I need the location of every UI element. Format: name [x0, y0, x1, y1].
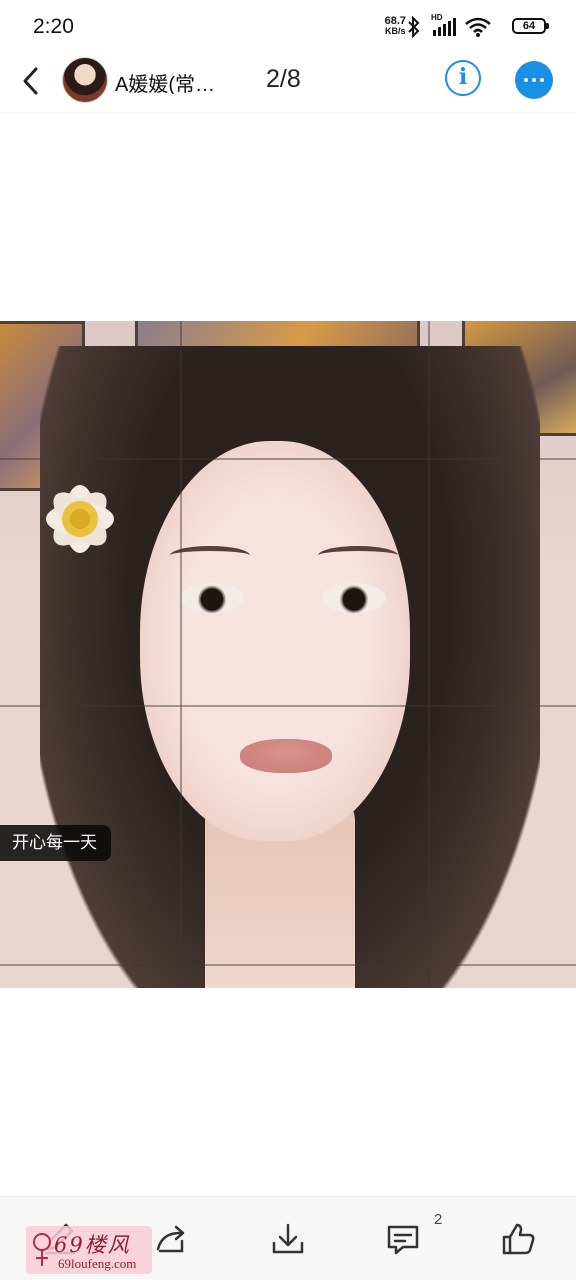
- like-icon: [502, 1223, 535, 1255]
- watermark-logo-text: 69楼风: [54, 1233, 131, 1257]
- network-speed-value: 68.7: [384, 15, 406, 27]
- user-avatar[interactable]: [62, 57, 108, 103]
- signal-icon: [433, 18, 456, 36]
- username[interactable]: A媛媛(常…: [115, 68, 235, 94]
- grid-line-vertical-1: [180, 321, 182, 988]
- left-eye: [180, 583, 244, 613]
- status-time: 2:20: [33, 15, 74, 38]
- right-eyebrow: [318, 546, 398, 565]
- network-speed: 68.7 KB/s: [384, 15, 406, 37]
- info-button[interactable]: i: [445, 60, 481, 96]
- grid-line-horizontal-3: [0, 964, 576, 966]
- download-button[interactable]: [268, 1219, 308, 1259]
- left-eyebrow: [170, 546, 250, 565]
- status-bar: 2:20 68.7 KB/s HD 64: [0, 0, 576, 52]
- right-eye: [322, 583, 386, 613]
- comment-count-badge: 2: [434, 1211, 443, 1228]
- info-icon: i: [458, 64, 468, 90]
- network-speed-unit: KB/s: [385, 26, 406, 36]
- grid-line-horizontal-1: [0, 458, 576, 460]
- comment-icon: [387, 1225, 419, 1255]
- page-counter: 2/8: [266, 65, 301, 93]
- bluetooth-icon: [408, 16, 420, 38]
- status-icons: 68.7 KB/s HD 64: [376, 13, 549, 40]
- more-button[interactable]: [515, 61, 553, 99]
- grid-line-horizontal-2: [0, 705, 576, 707]
- flower-hair-clip: [46, 485, 114, 553]
- wifi-icon: [465, 17, 491, 37]
- grid-line-vertical-2: [428, 321, 430, 988]
- viewer-header: A媛媛(常… 2/8 i: [0, 52, 576, 113]
- watermark-logo-icon: [33, 1233, 51, 1266]
- site-watermark: 69楼风 69loufeng.com: [26, 1226, 152, 1274]
- share-button[interactable]: [152, 1219, 192, 1259]
- comment-button[interactable]: [383, 1219, 423, 1259]
- lips: [240, 739, 332, 773]
- photo-viewer-screen: 2:20 68.7 KB/s HD 64 A媛媛(常… 2/8 i 开心每一天 …: [0, 0, 576, 1280]
- photo-caption-tag[interactable]: 开心每一天: [0, 825, 111, 861]
- watermark-url: 69loufeng.com: [58, 1256, 137, 1271]
- like-button[interactable]: [498, 1219, 538, 1259]
- main-photo[interactable]: 开心每一天: [0, 321, 576, 988]
- share-icon: [156, 1225, 185, 1253]
- back-arrow-icon: [23, 67, 38, 95]
- battery-icon: 64: [512, 18, 549, 34]
- download-icon: [272, 1223, 304, 1254]
- back-button[interactable]: [18, 64, 46, 98]
